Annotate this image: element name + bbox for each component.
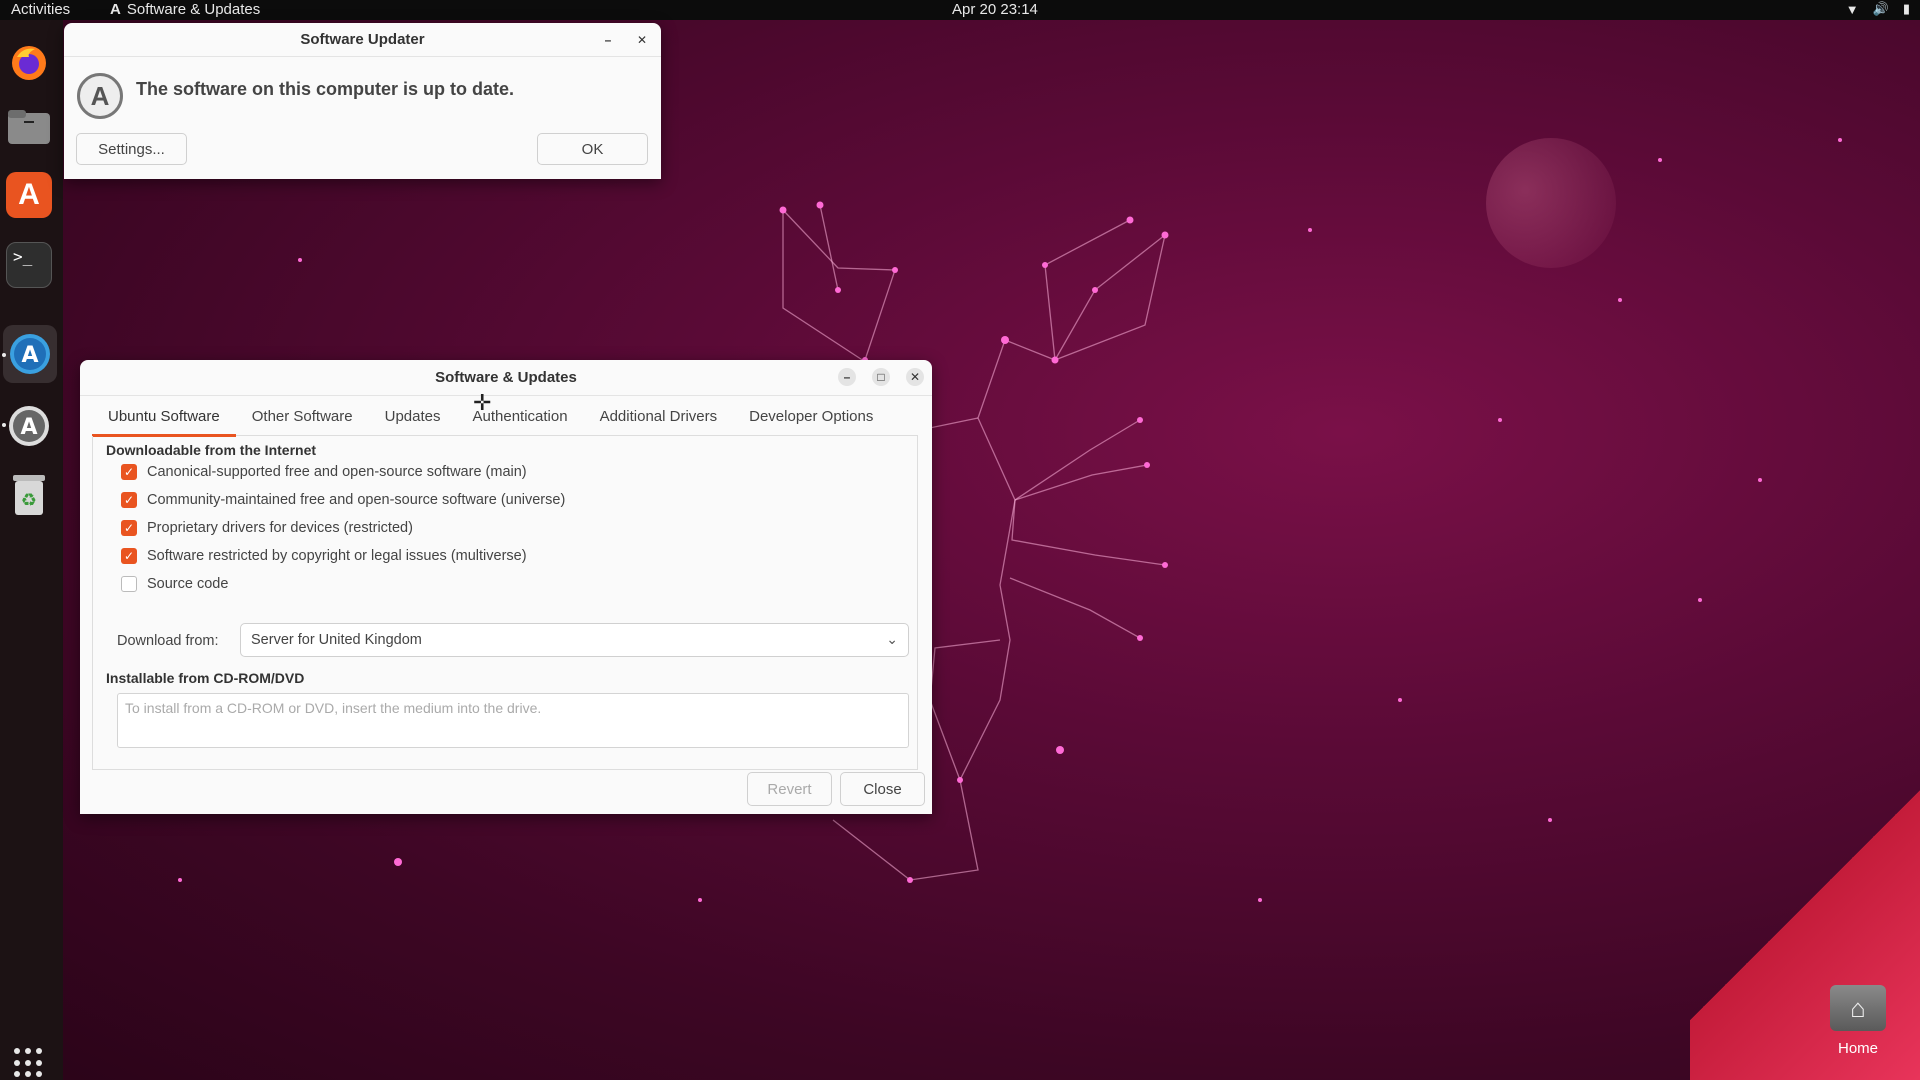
home-folder-icon[interactable]: ⌂ [1830,985,1886,1031]
firefox-icon[interactable] [6,40,52,86]
checkbox-unchecked-icon[interactable] [121,576,137,592]
app-menu-label: Software & Updates [126,1,261,18]
tab-ubuntu-software[interactable]: Ubuntu Software [92,404,236,437]
option-label: Source code [147,576,229,592]
section-internet-title: Downloadable from the Internet [106,442,317,458]
tab-other-software[interactable]: Other Software [236,404,369,436]
files-icon[interactable] [6,104,52,150]
trash-icon[interactable]: ♻ [6,472,52,518]
software-updates-icon[interactable]: A [3,325,57,383]
swu-titlebar[interactable]: Software & Updates – □ ✕ [80,360,932,396]
option-universe[interactable]: ✓ Community-maintained free and open-sou… [121,492,565,508]
settings-button[interactable]: Settings... [76,133,187,165]
tab-developer-options[interactable]: Developer Options [733,404,889,436]
chevron-down-icon: ⌄ [886,631,898,647]
tab-additional-drivers[interactable]: Additional Drivers [584,404,734,436]
svg-text:♻: ♻ [21,490,37,511]
wallpaper-fold [1690,730,1920,1080]
tab-updates[interactable]: Updates [369,404,457,436]
checkbox-checked-icon[interactable]: ✓ [121,548,137,564]
software-updater-icon: A [77,73,123,119]
close-icon[interactable]: ✕ [906,368,924,386]
tab-bar: Ubuntu Software Other Software Updates A… [92,404,918,437]
updater-titlebar[interactable]: Software Updater – ✕ [64,23,661,57]
option-source-code[interactable]: Source code [121,576,228,592]
software-updates-window: Software & Updates – □ ✕ ✛ Ubuntu Softwa… [80,360,932,814]
volume-icon: 🔊 [1872,1,1889,16]
clock[interactable]: Apr 20 23:14 [952,1,1038,18]
option-label: Community-maintained free and open-sourc… [147,492,566,508]
revert-button[interactable]: Revert [747,772,832,806]
app-menu[interactable]: A Software & Updates [110,1,260,18]
option-label: Canonical-supported free and open-source… [147,464,527,480]
terminal-icon[interactable]: >_ [6,242,52,288]
ok-button[interactable]: OK [537,133,648,165]
home-folder-label: Home [1837,1040,1878,1057]
minimize-icon[interactable]: – [599,31,617,49]
cdrom-placeholder: To install from a CD-ROM or DVD, insert … [125,700,542,716]
updater-title: Software Updater [300,31,425,48]
software-updater-window: Software Updater – ✕ A The software on t… [64,23,661,179]
updater-message: The software on this computer is up to d… [136,79,515,99]
wifi-icon: ▼ [1845,1,1859,17]
tab-authentication[interactable]: Authentication [457,404,584,436]
system-tray[interactable]: ▼ 🔊 ▮ [1846,1,1910,17]
software-updater-icon[interactable]: A [6,403,52,449]
option-label: Software restricted by copyright or lega… [147,548,527,564]
option-multiverse[interactable]: ✓ Software restricted by copyright or le… [121,548,527,564]
section-cdrom-title: Installable from CD-ROM/DVD [106,670,305,686]
dock: A >_ A A ♻ [0,20,63,1080]
show-apps-icon[interactable] [14,1048,44,1078]
download-server-select[interactable]: Server for United Kingdom ⌄ [240,623,909,657]
svg-text:A: A [21,343,38,368]
ubuntu-software-pane: Downloadable from the Internet ✓ Canonic… [92,436,918,770]
software-updates-small-icon: A [110,1,121,18]
cdrom-list[interactable]: To install from a CD-ROM or DVD, insert … [117,693,909,748]
svg-text:A: A [20,415,37,440]
close-button[interactable]: Close [840,772,925,806]
option-main[interactable]: ✓ Canonical-supported free and open-sour… [121,464,527,480]
checkbox-checked-icon[interactable]: ✓ [121,492,137,508]
minimize-icon[interactable]: – [838,368,856,386]
option-restricted[interactable]: ✓ Proprietary drivers for devices (restr… [121,520,413,536]
download-from-label: Download from: [117,633,219,649]
top-bar: Activities A Software & Updates Apr 20 2… [0,0,1920,20]
checkbox-checked-icon[interactable]: ✓ [121,464,137,480]
app-center-icon[interactable]: A [6,172,52,218]
checkbox-checked-icon[interactable]: ✓ [121,520,137,536]
option-label: Proprietary drivers for devices (restric… [147,520,413,536]
swu-title: Software & Updates [435,369,577,386]
close-icon[interactable]: ✕ [633,31,651,49]
download-server-value: Server for United Kingdom [251,632,422,648]
activities-button[interactable]: Activities [11,1,70,18]
maximize-icon[interactable]: □ [872,368,890,386]
battery-icon: ▮ [1902,1,1910,16]
